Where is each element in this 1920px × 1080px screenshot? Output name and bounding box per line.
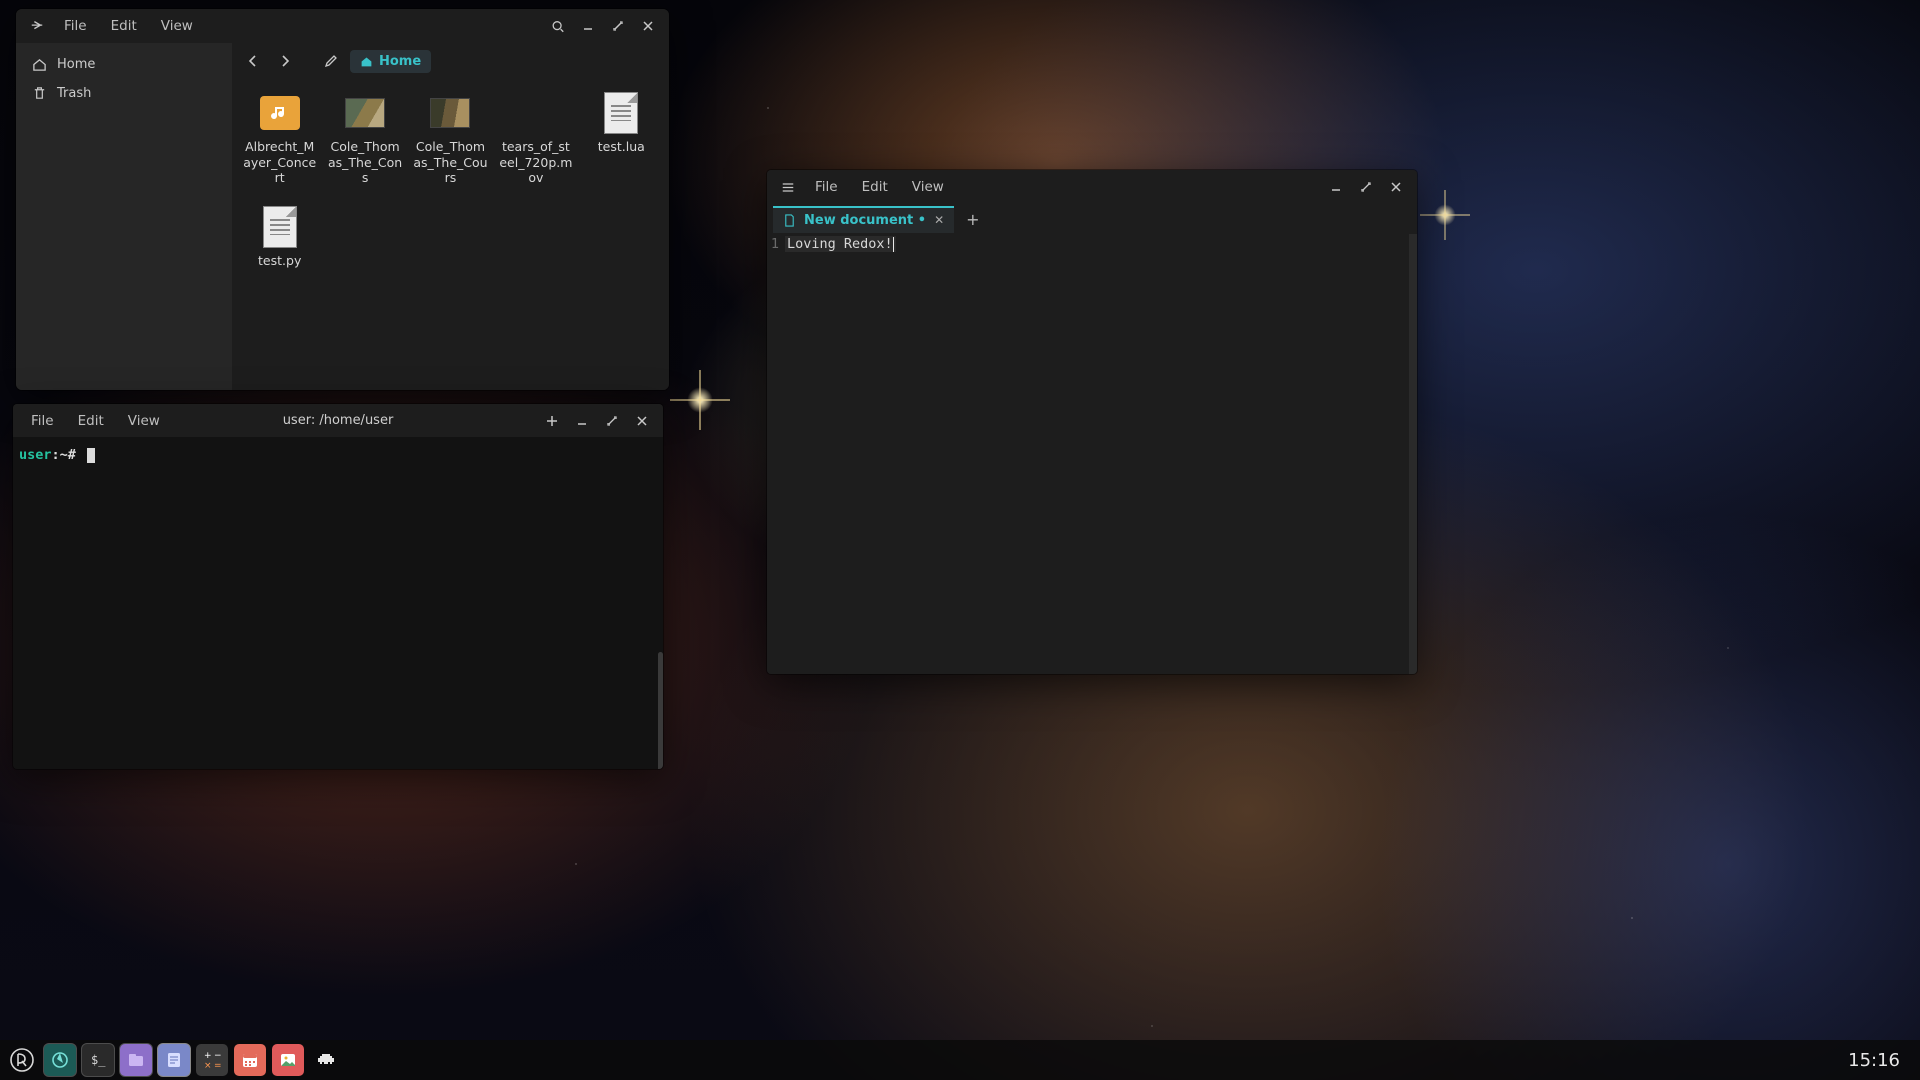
taskbar-app-calculator[interactable]: +− ×= [196,1044,228,1076]
minimize-button[interactable] [575,15,601,37]
home-icon [360,55,373,68]
sidebar-label-trash: Trash [57,86,91,101]
tab-title: New document • [804,213,926,228]
file-item[interactable]: Cole_Thomas_The_Cons [325,91,404,201]
editor-window: File Edit View New document • ✕ + 1 Lovi… [767,170,1417,674]
home-icon [32,57,47,72]
menu-edit[interactable]: Edit [68,409,114,433]
svg-text:−: − [214,1051,222,1061]
editor-cursor [893,237,894,252]
sidebar-item-home[interactable]: Home [22,51,226,78]
menu-file[interactable]: File [805,175,848,199]
taskbar-clock[interactable]: 15:16 [1834,1050,1914,1071]
text-file-icon [260,207,300,247]
search-icon[interactable] [545,15,571,38]
sidebar-item-trash[interactable]: Trash [22,80,226,107]
terminal-body[interactable]: user:~# [13,437,663,769]
taskbar-app-game[interactable] [310,1044,342,1076]
minimize-button[interactable] [569,410,595,432]
hamburger-icon[interactable] [24,14,50,38]
close-button[interactable] [1383,176,1409,198]
file-item[interactable]: test.lua [582,91,661,201]
menu-view[interactable]: View [118,409,170,433]
editor-tabbar: New document • ✕ + [767,204,1417,234]
file-label: Cole_Thomas_The_Cours [413,139,488,186]
taskbar: $_ +− ×= 15:16 [0,1040,1920,1080]
image-file-icon [430,93,470,133]
wallpaper-star [1420,190,1470,240]
file-item[interactable]: tears_of_steel_720p.mov [496,91,575,201]
new-tab-button[interactable] [539,410,565,432]
forward-button[interactable] [272,48,298,74]
file-label: test.lua [598,139,645,155]
prompt-user: user [19,447,52,463]
menu-file[interactable]: File [21,409,64,433]
svg-text:+: + [204,1051,212,1061]
file-item[interactable]: test.py [240,205,319,315]
close-button[interactable] [635,15,661,37]
prompt-path: :~# [52,447,76,463]
maximize-button[interactable] [599,410,625,432]
menu-edit[interactable]: Edit [852,175,898,199]
wallpaper-star [670,370,730,430]
breadcrumb[interactable]: Home [350,50,431,73]
svg-text:=: = [214,1061,222,1071]
taskbar-app-browser[interactable] [44,1044,76,1076]
editor-body[interactable]: 1 Loving Redox! [767,234,1417,674]
new-tab-button[interactable]: + [958,210,987,229]
taskbar-app-images[interactable] [272,1044,304,1076]
file-item[interactable]: Albrecht_Mayer_Concert [240,91,319,201]
tab-close-icon[interactable]: ✕ [934,213,944,227]
text-file-icon [601,93,641,133]
terminal-window: File Edit View user: /home/user user:~# [13,404,663,769]
file-label: Albrecht_Mayer_Concert [242,139,317,186]
video-file-icon [512,93,560,133]
editor-tab[interactable]: New document • ✕ [773,206,954,233]
line-number: 1 [767,234,781,674]
audio-file-icon [260,93,300,133]
file-label: Cole_Thomas_The_Cons [327,139,402,186]
sidebar-label-home: Home [57,57,95,72]
trash-icon [32,86,47,101]
breadcrumb-label: Home [379,54,421,69]
menu-view[interactable]: View [902,175,954,199]
maximize-button[interactable] [1353,176,1379,198]
taskbar-app-terminal[interactable]: $_ [82,1044,114,1076]
back-button[interactable] [240,48,266,74]
menu-view[interactable]: View [151,14,203,38]
scrollbar[interactable] [658,652,663,769]
path-bar: Home [232,43,669,79]
file-item[interactable]: Cole_Thomas_The_Cours [411,91,490,201]
taskbar-app-calendar[interactable] [234,1044,266,1076]
terminal-cursor [87,448,95,463]
menu-file[interactable]: File [54,14,97,38]
document-icon [783,214,796,227]
editor-content: Loving Redox! [787,236,893,252]
file-manager-sidebar: Home Trash [16,43,232,390]
edit-path-button[interactable] [318,48,344,74]
taskbar-app-files[interactable] [120,1044,152,1076]
taskbar-app-editor[interactable] [158,1044,190,1076]
file-label: tears_of_steel_720p.mov [498,139,573,186]
terminal-titlebar[interactable]: File Edit View user: /home/user [13,404,663,437]
menu-edit[interactable]: Edit [101,14,147,38]
svg-text:×: × [204,1061,212,1071]
file-manager-titlebar[interactable]: File Edit View [16,9,669,43]
image-file-icon [345,93,385,133]
scrollbar[interactable] [1409,234,1417,674]
minimize-button[interactable] [1323,176,1349,198]
files-grid: Albrecht_Mayer_Concert Cole_Thomas_The_C… [232,79,669,390]
file-label: test.py [258,253,301,269]
close-button[interactable] [629,410,655,432]
file-manager-window: File Edit View Home [16,9,669,390]
start-menu-button[interactable] [6,1044,38,1076]
maximize-button[interactable] [605,15,631,37]
editor-titlebar[interactable]: File Edit View [767,170,1417,204]
svg-text:$_: $_ [91,1053,106,1067]
hamburger-icon[interactable] [775,176,801,199]
